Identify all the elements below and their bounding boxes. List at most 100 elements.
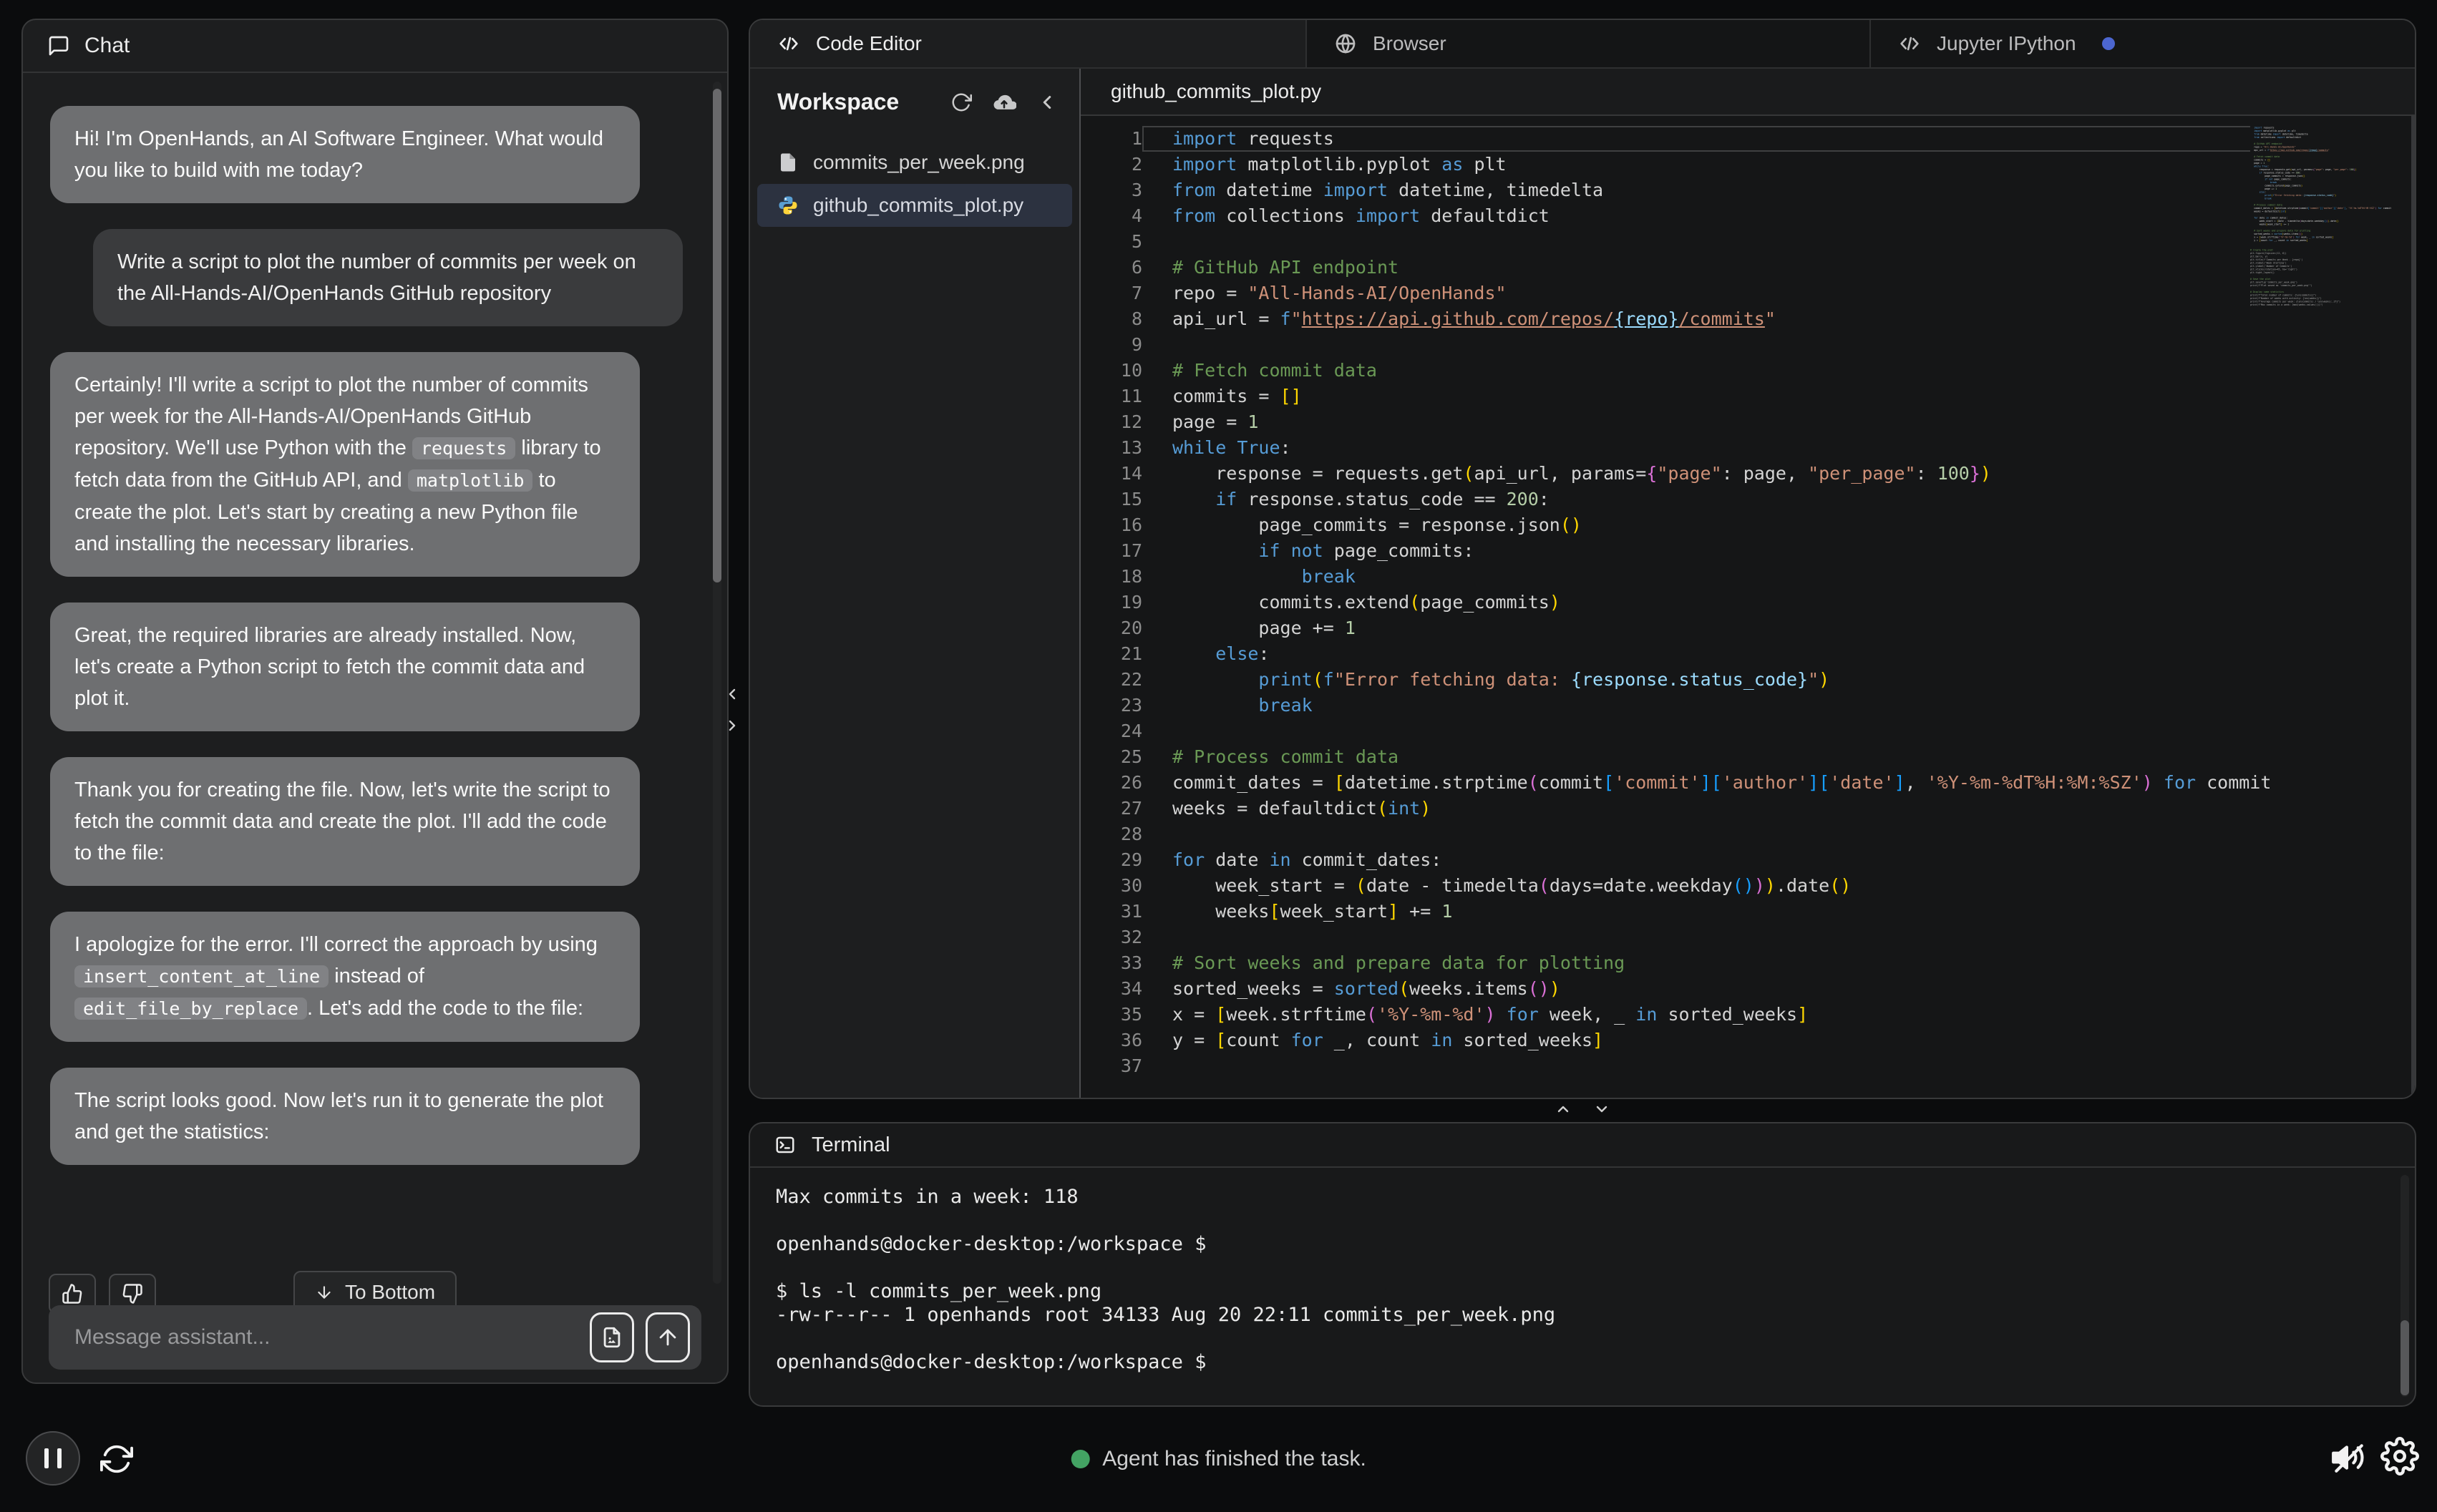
tab-label: Jupyter IPython xyxy=(1937,32,2076,54)
chat-scrollbar-thumb[interactable] xyxy=(713,89,721,582)
chevron-left-icon xyxy=(724,686,741,703)
workspace-sidebar: Workspace commits_per_week.png github_com… xyxy=(750,69,1081,1098)
terminal-line: -rw-r--r-- 1 openhands root 34133 Aug 20… xyxy=(776,1304,1556,1326)
code-line: 36 y = [count for _, count in sorted_week… xyxy=(1120,1030,1604,1050)
thumbs-up-icon xyxy=(62,1283,83,1304)
tab-browser[interactable]: Browser xyxy=(1307,20,1871,67)
code-line: 26 commit_dates = [datetime.strptime(comm… xyxy=(1120,772,2272,793)
code-line: 18 break xyxy=(1120,566,1356,587)
file-icon xyxy=(777,152,799,173)
editor-scrollbar[interactable] xyxy=(2411,116,2415,1098)
file-image-icon xyxy=(600,1325,624,1350)
refresh-cw-icon xyxy=(100,1443,133,1476)
tab-label: Browser xyxy=(1373,32,1446,54)
code-line: 32 xyxy=(1120,927,1142,947)
code-line: 24 xyxy=(1120,721,1142,741)
code-content[interactable]: 1 import requests 2 import matplotlib.pyplo… xyxy=(1081,116,2272,1098)
settings-gear-icon xyxy=(2380,1437,2419,1476)
chevron-up-icon[interactable] xyxy=(1555,1101,1572,1118)
code-line: 31 weeks[week_start] += 1 xyxy=(1120,901,1453,922)
minimap[interactable]: import requests import matplotlib.pyplot … xyxy=(2250,126,2393,570)
message-input-bar xyxy=(49,1305,701,1370)
message-input[interactable] xyxy=(49,1325,590,1350)
code-line: 29 for date in commit_dates: xyxy=(1120,849,1442,870)
code-line: 28 xyxy=(1120,824,1142,844)
code-line: 9 xyxy=(1131,334,1142,355)
code-line: 20 page += 1 xyxy=(1120,618,1356,638)
tab-jupyter-ipython[interactable]: Jupyter IPython xyxy=(1871,20,2415,67)
terminal-line: openhands@docker-desktop:/workspace $ xyxy=(776,1233,1207,1255)
code-line: 2 import matplotlib.pyplot as plt xyxy=(1131,154,1507,175)
open-file-name: github_commits_plot.py xyxy=(1081,69,2415,116)
code-line: 10 # Fetch commit data xyxy=(1120,360,1377,381)
python-icon xyxy=(777,195,799,216)
terminal-line: $ ls -l commits_per_week.png xyxy=(776,1280,1102,1302)
terminal-panel: Terminal Max commits in a week: 118 open… xyxy=(749,1122,2416,1407)
inline-code-chip: requests xyxy=(412,437,516,459)
chat-message-assistant: I apologize for the error. I'll correct … xyxy=(50,912,640,1042)
chat-panel: Chat Hi! I'm OpenHands, an AI Software E… xyxy=(21,19,729,1384)
terminal-line: Max commits in a week: 118 xyxy=(776,1186,1079,1208)
inline-code-chip: insert_content_at_line xyxy=(74,965,329,987)
code-line: 16 page_commits = response.json() xyxy=(1120,514,1582,535)
terminal-scrollbar-thumb[interactable] xyxy=(2400,1320,2409,1395)
editor-body: Workspace commits_per_week.png github_com… xyxy=(750,69,2415,1098)
file-list: commits_per_week.png github_commits_plot.… xyxy=(750,141,1079,227)
code-line: 22 print(f"Error fetching data: {respons… xyxy=(1120,669,1830,690)
chat-message-assistant: Certainly! I'll write a script to plot t… xyxy=(50,352,640,577)
editor-area[interactable]: github_commits_plot.py 1 import requests 2… xyxy=(1081,69,2415,1098)
code-line: 19 commits.extend(page_commits) xyxy=(1120,592,1560,613)
volume-muted-icon xyxy=(2330,1440,2366,1476)
code-line: 14 response = requests.get(api_url, para… xyxy=(1120,463,1991,484)
file-item-commits_per_week.png[interactable]: commits_per_week.png xyxy=(757,141,1072,184)
chevron-right-icon xyxy=(724,717,741,734)
editor-panel: Code Editor Browser Jupyter IPython Work… xyxy=(749,19,2416,1099)
chat-header: Chat xyxy=(23,20,727,73)
terminal-header: Terminal xyxy=(750,1123,2415,1168)
code-line: 30 week_start = (date - timedelta(days=d… xyxy=(1120,875,1852,896)
file-item-github_commits_plot.py[interactable]: github_commits_plot.py xyxy=(757,184,1072,227)
code-line: 8 api_url = f"https://api.github.com/repo… xyxy=(1131,308,1776,329)
chat-message-assistant: Great, the required libraries are alread… xyxy=(50,603,640,731)
terminal-title: Terminal xyxy=(812,1133,890,1156)
chat-message-user: Write a script to plot the number of com… xyxy=(93,229,683,326)
mute-button[interactable] xyxy=(2330,1440,2366,1476)
tab-label: Code Editor xyxy=(816,32,922,54)
chat-title: Chat xyxy=(84,34,130,57)
inline-code-chip: edit_file_by_replace xyxy=(74,998,308,1020)
chat-message-assistant: The script looks good. Now let's run it … xyxy=(50,1068,640,1165)
restart-agent-button[interactable] xyxy=(100,1443,133,1476)
terminal-output[interactable]: Max commits in a week: 118 openhands@doc… xyxy=(750,1168,2415,1374)
chat-bubble-icon xyxy=(47,34,70,57)
globe-icon xyxy=(1334,32,1357,55)
terminal-line: openhands@docker-desktop:/workspace $ xyxy=(776,1351,1207,1373)
send-button[interactable] xyxy=(646,1312,690,1362)
attach-image-button[interactable] xyxy=(590,1312,634,1362)
settings-button[interactable] xyxy=(2380,1437,2419,1476)
code-line: 11 commits = [] xyxy=(1120,386,1302,406)
code-line: 35 x = [week.strftime('%Y-%m-%d') for wee… xyxy=(1120,1004,1809,1025)
to-bottom-label: To Bottom xyxy=(344,1281,436,1303)
code-line: 5 xyxy=(1131,231,1142,252)
arrow-up-icon xyxy=(656,1325,680,1350)
chat-message-assistant: Hi! I'm OpenHands, an AI Software Engine… xyxy=(50,106,640,203)
pause-agent-button[interactable] xyxy=(26,1431,80,1486)
refresh-icon[interactable] xyxy=(950,92,972,113)
code-line: 23 break xyxy=(1120,695,1313,716)
file-name: commits_per_week.png xyxy=(813,151,1025,173)
agent-status: Agent has finished the task. xyxy=(1071,1447,1366,1471)
code-icon xyxy=(777,32,800,55)
expand-right-button[interactable] xyxy=(721,713,743,738)
terminal-icon xyxy=(774,1134,796,1156)
agent-status-dot xyxy=(1071,1450,1090,1468)
code-line: 25 # Process commit data xyxy=(1120,746,1399,767)
tab-code-editor[interactable]: Code Editor xyxy=(750,20,1307,67)
collapse-sidebar-icon[interactable] xyxy=(1036,92,1058,113)
chevron-down-icon[interactable] xyxy=(1593,1101,1610,1118)
tab-bar: Code Editor Browser Jupyter IPython xyxy=(750,20,2415,69)
collapse-left-button[interactable] xyxy=(721,681,743,707)
code-line: 12 page = 1 xyxy=(1120,411,1259,432)
panel-resize-controls xyxy=(749,1098,2416,1121)
cloud-upload-icon[interactable] xyxy=(992,90,1016,114)
